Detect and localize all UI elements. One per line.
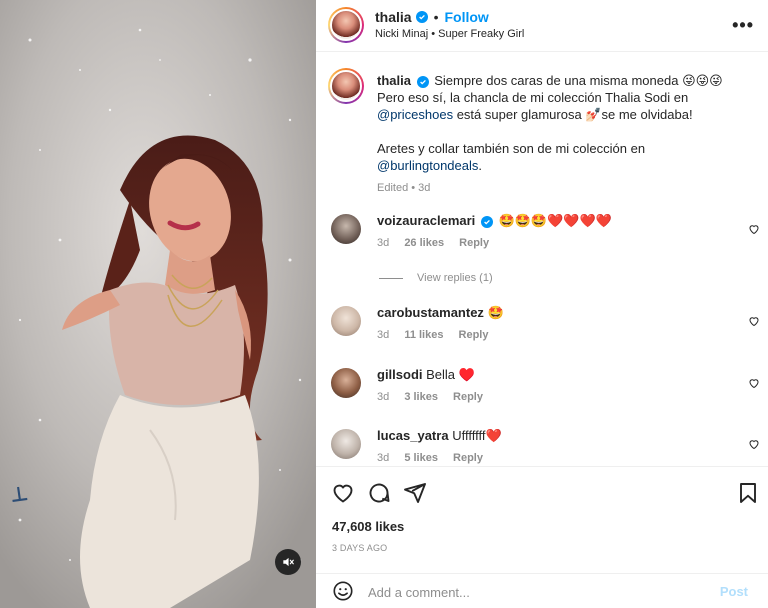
- brand-mark: ⊥: [8, 482, 30, 508]
- add-comment-bar: Post: [316, 573, 768, 608]
- comment-age: 3d: [377, 329, 390, 341]
- mention-burlingtondeals[interactable]: @burlingtondeals: [377, 158, 478, 173]
- comment-item: voizauraclemari 🤩🤩🤩❤️❤️❤️❤️ 3d 26 likes …: [316, 213, 768, 265]
- more-options-icon[interactable]: •••: [732, 15, 754, 36]
- comment-likes[interactable]: 3 likes: [404, 391, 438, 403]
- comment-bubble-icon[interactable]: [367, 481, 391, 505]
- like-heart-icon[interactable]: [331, 481, 355, 505]
- comment-input[interactable]: [368, 581, 698, 603]
- verified-badge-icon: [480, 216, 493, 228]
- author-avatar[interactable]: [328, 7, 364, 43]
- caption-line-4: Aretes y collar también son de mi colecc…: [377, 141, 646, 156]
- post-header: thalia • Follow Nicki Minaj • Super Frea…: [316, 0, 768, 52]
- comment-item: lucas_yatra Ufffffff❤️ 3d 5 likes Reply: [316, 428, 768, 465]
- comment-username[interactable]: carobustamantez: [377, 305, 484, 320]
- post-date[interactable]: 3 DAYS AGO: [332, 543, 387, 553]
- comment-text: 🤩🤩🤩❤️❤️❤️❤️: [498, 213, 612, 228]
- commenter-avatar[interactable]: [331, 306, 361, 336]
- speaker-muted-icon: [283, 557, 294, 567]
- commenter-avatar[interactable]: [331, 368, 361, 398]
- comments-list[interactable]: thalia Siempre dos caras de una misma mo…: [316, 53, 768, 465]
- like-comment-heart-icon[interactable]: [748, 223, 760, 235]
- reply-button[interactable]: Reply: [459, 329, 489, 341]
- view-replies-button[interactable]: View replies (1): [379, 272, 493, 284]
- post-media[interactable]: ⊥: [0, 0, 316, 608]
- comment-text: Bella ♥️: [426, 367, 475, 382]
- commenter-avatar[interactable]: [331, 429, 361, 459]
- replies-divider: [379, 277, 403, 279]
- author-username[interactable]: thalia: [375, 9, 412, 25]
- comment-username[interactable]: lucas_yatra: [377, 428, 449, 443]
- audio-mute-button[interactable]: [275, 549, 301, 575]
- comment-likes[interactable]: 5 likes: [404, 452, 438, 464]
- reply-button[interactable]: Reply: [453, 391, 483, 403]
- mention-priceshoes[interactable]: @priceshoes: [377, 107, 453, 122]
- follow-button[interactable]: Follow: [444, 9, 488, 25]
- separator-dot: •: [433, 9, 439, 25]
- comment-username[interactable]: gillsodi: [377, 367, 423, 382]
- caption-line-3: está super glamurosa 💅🏻se me olvidaba!: [453, 107, 693, 122]
- caption-meta: Edited • 3d: [377, 182, 431, 194]
- likes-count[interactable]: 47,608 likes: [332, 519, 404, 534]
- post-comment-button[interactable]: Post: [720, 584, 748, 599]
- comment-text: 🤩: [487, 305, 504, 320]
- comment-likes[interactable]: 11 likes: [404, 329, 443, 341]
- like-comment-heart-icon[interactable]: [748, 438, 760, 450]
- save-bookmark-icon[interactable]: [736, 481, 760, 505]
- caption-line-2: Pero eso sí, la chancla de mi colección …: [377, 90, 689, 105]
- reply-button[interactable]: Reply: [459, 237, 489, 249]
- like-comment-heart-icon[interactable]: [748, 315, 760, 327]
- caption-line-4-end: .: [478, 158, 482, 173]
- comment-likes[interactable]: 26 likes: [404, 237, 444, 249]
- verified-badge-icon: [416, 76, 429, 88]
- comment-age: 3d: [377, 452, 390, 464]
- comment-item: gillsodi Bella ♥️ 3d 3 likes Reply: [316, 367, 768, 419]
- view-replies-label: View replies (1): [417, 272, 493, 284]
- commenter-avatar[interactable]: [331, 214, 361, 244]
- comment-username[interactable]: voizauraclemari: [377, 213, 475, 228]
- comment-age: 3d: [377, 391, 390, 403]
- caption-username[interactable]: thalia: [377, 73, 411, 88]
- post-actions: 47,608 likes 3 DAYS AGO Post: [316, 466, 768, 608]
- comment-item: carobustamantez 🤩 3d 11 likes Reply: [316, 305, 768, 357]
- verified-badge-icon: [415, 11, 428, 23]
- caption-avatar[interactable]: [328, 68, 364, 104]
- emoji-icon[interactable]: [332, 580, 354, 602]
- audio-track-link[interactable]: Nicki Minaj • Super Freaky Girl: [375, 28, 524, 40]
- reply-button[interactable]: Reply: [453, 452, 483, 464]
- post-panel: thalia • Follow Nicki Minaj • Super Frea…: [316, 0, 768, 608]
- post-photo: [0, 0, 316, 608]
- comment-text: Ufffffff❤️: [452, 428, 502, 443]
- caption-line-1: Siempre dos caras de una misma moneda 😜😜…: [434, 73, 723, 88]
- like-comment-heart-icon[interactable]: [748, 377, 760, 389]
- share-paper-plane-icon[interactable]: [403, 481, 427, 505]
- comment-age: 3d: [377, 237, 390, 249]
